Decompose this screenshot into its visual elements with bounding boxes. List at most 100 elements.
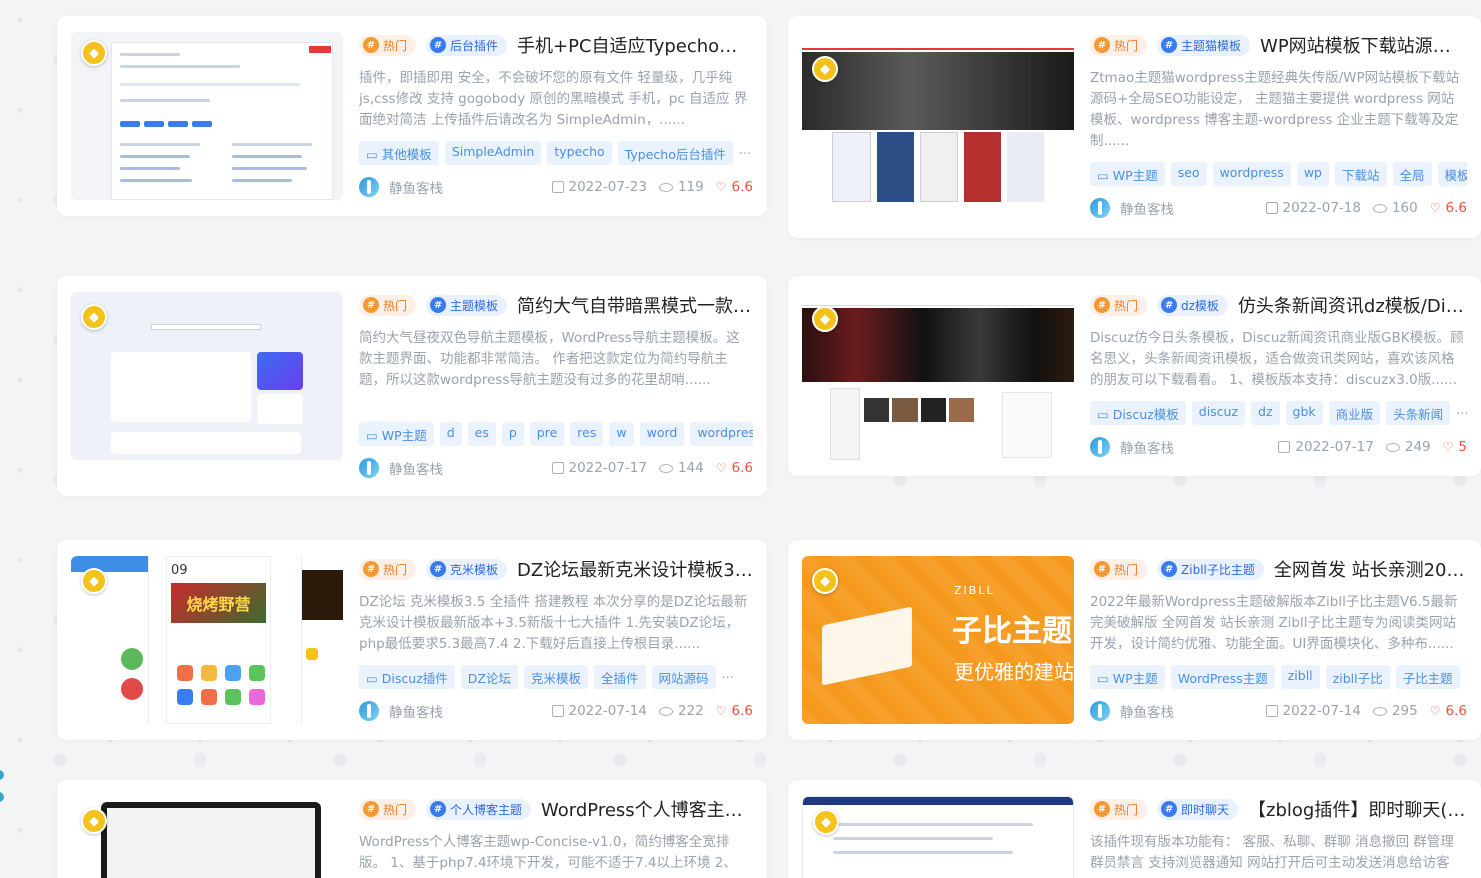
tag-link[interactable]: SimpleAdmin — [444, 141, 542, 165]
avatar[interactable] — [359, 458, 379, 478]
hot-badge[interactable]: # 热门 — [1090, 34, 1148, 56]
tag-link[interactable]: gbk — [1285, 401, 1323, 425]
like-count[interactable]: ♡ 6.6 — [716, 703, 753, 719]
tag-link[interactable]: DZ论坛 — [460, 665, 518, 689]
admin-screenshot — [111, 42, 333, 200]
post-card[interactable]: ◆ #热门 #dz模板 仿头条新闻资讯dz模板/Discuz新闻资讯商业版 Di… — [788, 276, 1481, 476]
post-title[interactable]: 简约大气自带暗黑模式一款WordPress导航主题 — [517, 292, 753, 318]
category-badge[interactable]: # 即时聊天 — [1157, 798, 1239, 820]
hot-badge[interactable]: # 热门 — [359, 558, 417, 580]
tag-link[interactable]: seo — [1170, 162, 1207, 186]
avatar[interactable] — [359, 177, 379, 197]
tag-link[interactable]: wordpress — [1212, 162, 1291, 186]
author-name[interactable]: 静鱼客栈 — [1120, 701, 1266, 721]
tag-link[interactable]: ▭ Discuz插件 — [359, 665, 455, 689]
tag-link[interactable]: wp — [1296, 162, 1329, 186]
hot-badge[interactable]: # 热门 — [359, 34, 417, 56]
tag-link[interactable]: 克米模板 — [523, 665, 588, 689]
tag-link[interactable]: 模板 — [1437, 162, 1467, 186]
post-date: 2022-07-18 — [1265, 200, 1361, 216]
tag-link[interactable]: ▭ WP主题 — [359, 422, 434, 446]
post-card[interactable]: ◆ #热门 #主题猫模板 WP网站模板下载站源码主题猫wordpress主题 Z… — [788, 16, 1481, 238]
post-thumbnail[interactable]: ◆ — [71, 292, 343, 460]
tag-link[interactable]: ▭ WP主题 — [1090, 162, 1165, 186]
tag-link[interactable]: 子比主题 — [1395, 665, 1460, 689]
post-card[interactable]: ◆ #热门 #后台插件 手机+PC自适应Typecho后台插件SimpleAdm… — [57, 16, 767, 216]
avatar[interactable] — [1090, 198, 1110, 218]
like-count[interactable]: ♡ 6.6 — [1430, 200, 1467, 216]
tag-link[interactable]: wordpres — [690, 422, 753, 446]
post-thumbnail[interactable]: ◆ 09 烧烤野营 — [71, 556, 343, 724]
hot-badge[interactable]: # 热门 — [359, 798, 417, 820]
hot-badge[interactable]: # 热门 — [359, 294, 417, 316]
post-thumbnail[interactable]: ◆ — [802, 796, 1074, 878]
avatar[interactable] — [1090, 437, 1110, 457]
tag-link[interactable]: d — [439, 422, 462, 446]
post-thumbnail[interactable]: ◆ ZIBLL 子比主题 更优雅的建站 — [802, 556, 1074, 724]
tag-link[interactable]: es — [467, 422, 496, 446]
like-count[interactable]: ♡ 6.6 — [716, 179, 753, 195]
tag-link[interactable]: ▭ 其他模板 — [359, 141, 439, 165]
post-card[interactable]: ◆ 09 烧烤野营 #热门 #克米模板 DZ论坛最新克米设计模板3.5全套插件搭… — [57, 540, 767, 740]
tag-link[interactable]: w — [609, 422, 634, 446]
post-title[interactable]: 仿头条新闻资讯dz模板/Discuz新闻资讯商业版 — [1238, 292, 1467, 318]
post-card[interactable]: ◆ #热门 #即时聊天 【zblog插件】即时聊天(客服、私聊、群聊) 该插件现… — [788, 780, 1481, 878]
author-name[interactable]: 静鱼客栈 — [1120, 198, 1266, 218]
post-meta: 静鱼客栈 2022-07-17 249 ♡ 5 — [1090, 437, 1467, 457]
tag-link[interactable]: Typecho后台插件 — [617, 141, 733, 165]
tag-link[interactable]: typecho — [547, 141, 612, 165]
post-excerpt: DZ论坛 克米模板3.5 全插件 搭建教程 本次分享的是DZ论坛最新克米设计模板… — [359, 594, 748, 652]
tag-link[interactable]: discuz — [1191, 401, 1246, 425]
like-count[interactable]: ♡ 6.6 — [1430, 703, 1467, 719]
like-count[interactable]: ♡ 5 — [1443, 439, 1467, 455]
tag-link[interactable]: dz — [1251, 401, 1280, 425]
hot-badge[interactable]: # 热门 — [1090, 294, 1148, 316]
avatar[interactable] — [359, 701, 379, 721]
tag-link[interactable]: 全局 — [1392, 162, 1432, 186]
post-thumbnail[interactable]: ◆ — [802, 32, 1074, 207]
tag-link[interactable]: 头条新闻 — [1386, 401, 1451, 425]
post-thumbnail[interactable]: ◆ — [71, 796, 343, 878]
post-thumbnail[interactable]: ◆ — [802, 292, 1074, 467]
post-thumbnail[interactable]: ◆ — [71, 32, 343, 200]
hot-badge[interactable]: # 热门 — [1090, 798, 1148, 820]
category-badge[interactable]: # Zibll子比主题 — [1157, 558, 1264, 580]
hash-icon: # — [1161, 297, 1178, 313]
category-badge[interactable]: # 克米模板 — [426, 558, 508, 580]
tag-link[interactable]: p — [501, 422, 524, 446]
category-badge[interactable]: # dz模板 — [1157, 294, 1228, 316]
tag-link[interactable]: res — [570, 422, 604, 446]
tag-link[interactable]: pre — [529, 422, 565, 446]
author-name[interactable]: 静鱼客栈 — [389, 458, 552, 478]
post-title[interactable]: 手机+PC自适应Typecho后台插件SimpleAdmin — [517, 32, 753, 58]
category-badge[interactable]: # 主题模板 — [426, 294, 508, 316]
like-count[interactable]: ♡ 6.6 — [716, 460, 753, 476]
post-title[interactable]: DZ论坛最新克米设计模板3.5全套插件搭建教程 — [517, 556, 753, 582]
tag-link[interactable]: WordPress主题 — [1170, 665, 1275, 689]
category-badge[interactable]: # 后台插件 — [426, 34, 508, 56]
tag-link[interactable]: 网站源码 — [651, 665, 716, 689]
tag-link[interactable]: 商业版 — [1328, 401, 1381, 425]
category-badge[interactable]: # 个人博客主题 — [426, 798, 532, 820]
tag-link[interactable]: ▭ WP主题 — [1090, 665, 1165, 689]
post-title[interactable]: 【zblog插件】即时聊天(客服、私聊、群聊) — [1248, 796, 1467, 822]
post-title[interactable]: WordPress个人博客主题wp-Concise-v1.0 — [541, 796, 753, 822]
tag-link[interactable]: zibll子比 — [1325, 665, 1390, 689]
tag-link[interactable]: word — [639, 422, 685, 446]
tag-link[interactable]: ▭ Discuz模板 — [1090, 401, 1186, 425]
avatar[interactable] — [1090, 701, 1110, 721]
tag-link[interactable]: 下载站 — [1334, 162, 1387, 186]
hot-badge[interactable]: # 热门 — [1090, 558, 1148, 580]
post-date: 2022-07-17 — [1278, 439, 1374, 455]
post-title[interactable]: 全网首发 站长亲测2022年最新Wordpress主题 — [1274, 556, 1467, 582]
tag-link[interactable]: zibll — [1280, 665, 1320, 689]
post-card[interactable]: ◆ ZIBLL 子比主题 更优雅的建站 # 热门 # Zibll子比主题 全网首发 … — [788, 540, 1481, 740]
tag-link[interactable]: 全插件 — [593, 665, 646, 689]
author-name[interactable]: 静鱼客栈 — [389, 701, 552, 721]
author-name[interactable]: 静鱼客栈 — [1120, 437, 1278, 457]
post-card[interactable]: ◆ #热门 #主题模板 简约大气自带暗黑模式一款WordPress导航主题 简约… — [57, 276, 767, 496]
post-title[interactable]: WP网站模板下载站源码主题猫wordpress主题 — [1260, 32, 1467, 58]
category-badge[interactable]: # 主题猫模板 — [1157, 34, 1251, 56]
author-name[interactable]: 静鱼客栈 — [389, 177, 552, 197]
post-card[interactable]: ◆ #热门 #个人博客主题 WordPress个人博客主题wp-Concise-… — [57, 780, 767, 878]
